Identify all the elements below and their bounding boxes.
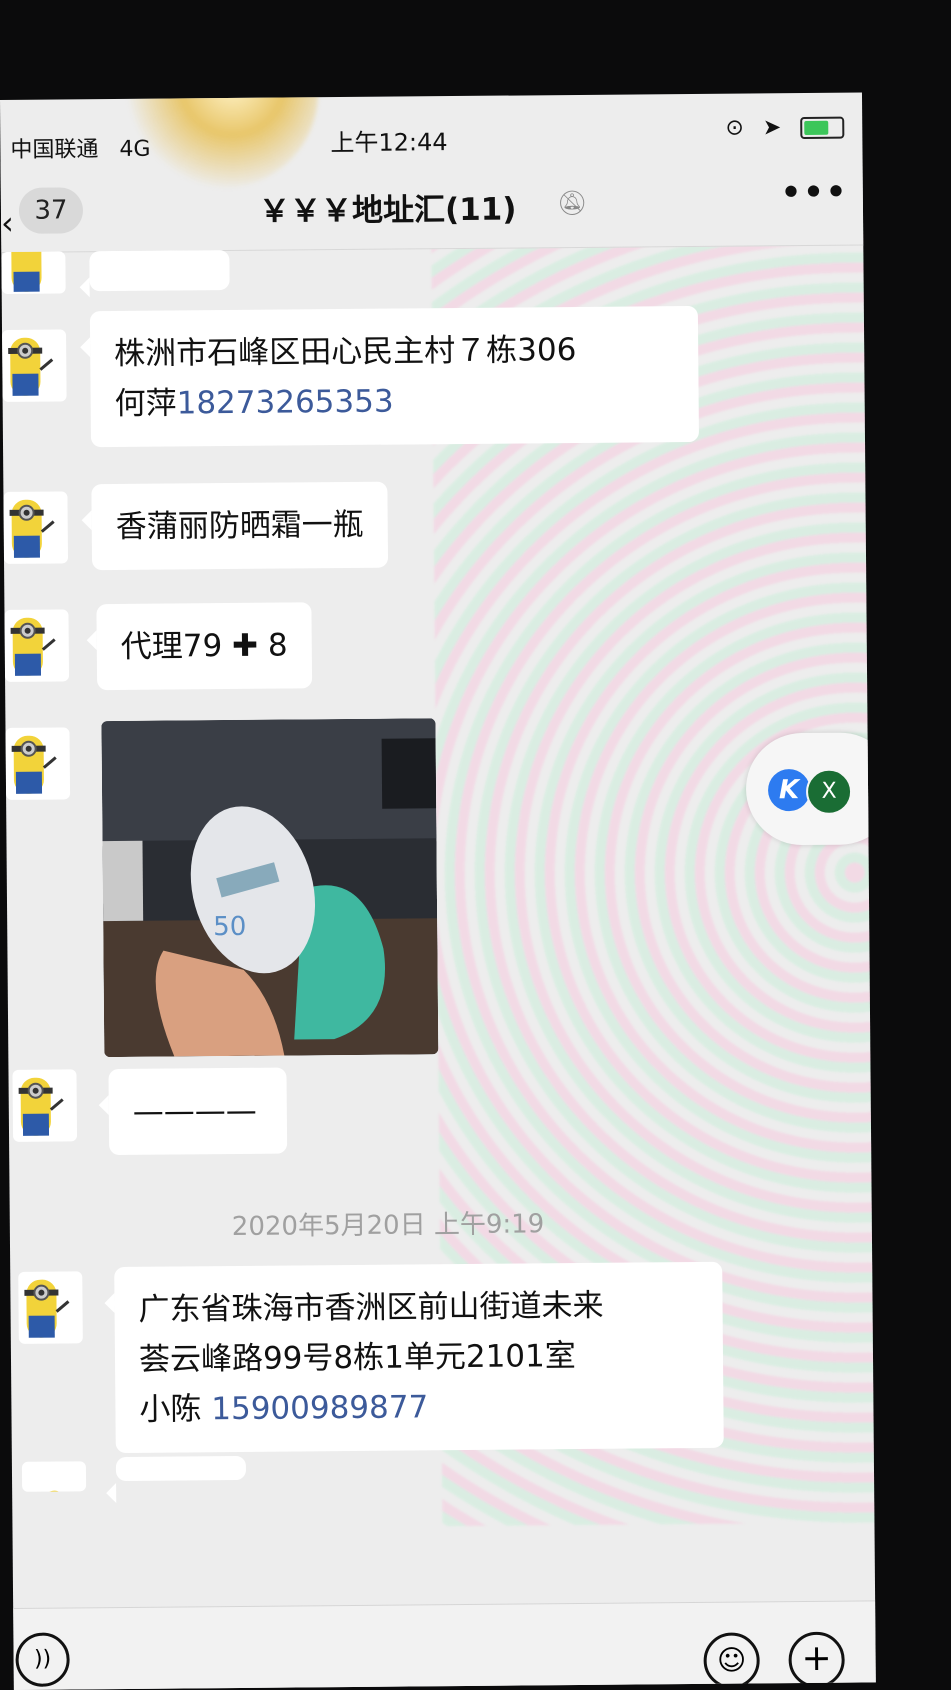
carrier-label: 中国联通 4G [10, 136, 151, 163]
spf-label: 50 [213, 912, 246, 942]
floating-window-pill[interactable]: K X [745, 732, 876, 846]
battery-charging-icon [800, 116, 845, 140]
message-bubble[interactable]: 株洲市石峰区田心民主村７栋306 何萍18273265353 [89, 305, 700, 448]
phone-number-link[interactable]: 18273265353 [176, 384, 393, 422]
message-bubble[interactable] [89, 250, 230, 292]
avatar[interactable] [5, 727, 71, 800]
avatar[interactable] [21, 1461, 87, 1492]
message-photo[interactable]: 50 [101, 718, 439, 1058]
message-text: 株洲市石峰区田心民主村７栋306 [114, 331, 577, 373]
message-text: 香蒲丽防晒霜一瓶 [115, 506, 364, 546]
avatar[interactable] [18, 1271, 83, 1344]
message-bubble[interactable] [115, 1455, 247, 1482]
back-chevron-icon[interactable]: ‹ [1, 204, 14, 242]
back-unread-badge[interactable]: 37 [18, 187, 84, 234]
message-timestamp: 2020年5月20日 上午9:19 [231, 1209, 545, 1243]
message-text: ———— [132, 1092, 257, 1130]
emoji-icon[interactable]: ☺ [703, 1632, 760, 1689]
more-options-icon[interactable]: ••• [781, 173, 849, 212]
phone-number-link[interactable]: 15900989877 [211, 1389, 428, 1427]
bell-slash-icon: 🔕︎ [556, 188, 588, 218]
rotation-lock-icon: ⊙ [725, 115, 750, 141]
system-icons: ⊙ ➤ [725, 115, 845, 141]
avatar[interactable] [1, 251, 66, 294]
input-bar: )) ☺ + [13, 1600, 876, 1690]
kugou-app-icon[interactable]: K [767, 768, 811, 812]
message-bubble[interactable]: 代理79 ✚ 8 [96, 602, 313, 691]
avatar[interactable] [3, 491, 69, 564]
close-floating-icon[interactable]: X [805, 768, 853, 815]
avatar[interactable] [4, 609, 70, 682]
message-bubble[interactable]: 香蒲丽防晒霜一瓶 [91, 481, 389, 571]
message-text-line: 小陈 15900989877 [139, 1380, 699, 1435]
chat-title: ￥￥￥地址汇(11) [258, 191, 517, 230]
message-text: 代理79 ✚ 8 [120, 627, 288, 665]
message-text-line: 何萍18273265353 [114, 374, 674, 429]
avatar[interactable] [2, 329, 67, 402]
message-text: 荟云峰路99号8栋1单元2101室 [138, 1338, 576, 1378]
phone-screen: 中国联通 4G 上午12:44 ⊙ ➤ ‹ 37 ￥￥￥地址汇(11) 🔕︎ •… [0, 92, 876, 1690]
location-arrow-icon: ➤ [762, 115, 788, 141]
plus-icon[interactable]: + [788, 1631, 845, 1689]
contact-name: 何萍 [114, 385, 177, 423]
avatar[interactable] [12, 1069, 78, 1142]
voice-icon[interactable]: )) [15, 1632, 70, 1687]
message-bubble[interactable]: 广东省珠海市香洲区前山街道未来 荟云峰路99号8栋1单元2101室 小陈 159… [114, 1261, 724, 1454]
contact-name: 小陈 [139, 1391, 212, 1428]
message-text: 广东省珠海市香洲区前山街道未来 [138, 1287, 604, 1328]
message-bubble[interactable]: ———— [108, 1067, 288, 1156]
status-time: 上午12:44 [330, 128, 448, 158]
